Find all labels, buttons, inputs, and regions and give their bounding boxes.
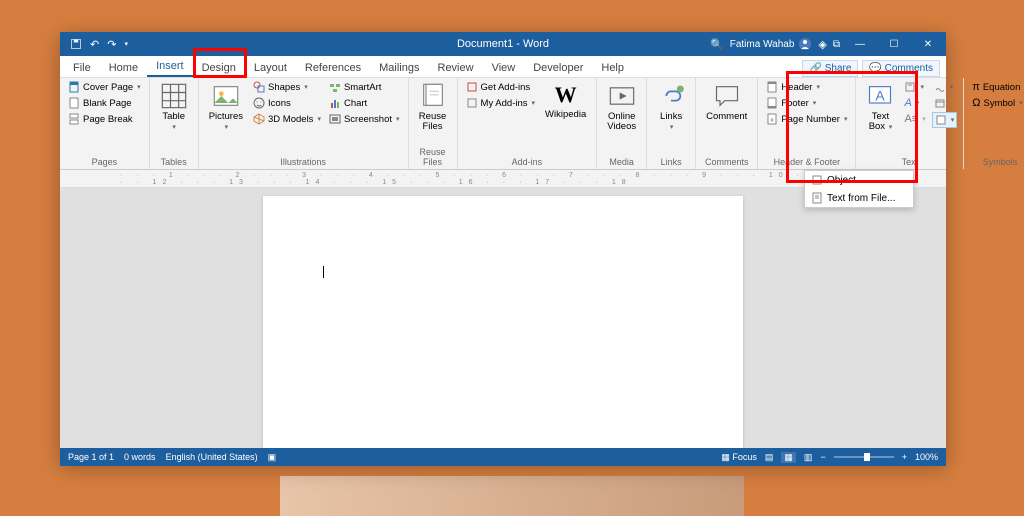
group-tables: Table▾ Tables bbox=[150, 78, 199, 169]
wordart-button[interactable]: A▾ bbox=[902, 96, 927, 110]
zoom-out-button[interactable]: − bbox=[820, 452, 825, 462]
text-box-button[interactable]: A Text Box ▾ bbox=[862, 80, 898, 135]
object-icon bbox=[811, 174, 823, 186]
ribbon-tabs: File Home Insert Design Layout Reference… bbox=[60, 56, 946, 78]
app-window-icon[interactable]: ⧉ bbox=[833, 39, 840, 50]
collapse-ribbon-icon[interactable]: ⌃ bbox=[932, 451, 940, 462]
comment-button[interactable]: Comment bbox=[702, 80, 751, 124]
cover-page-button[interactable]: Cover Page▾ bbox=[66, 80, 143, 94]
group-media: Online Videos Media bbox=[597, 78, 647, 169]
tab-home[interactable]: Home bbox=[100, 59, 147, 77]
tab-mailings[interactable]: Mailings bbox=[370, 59, 428, 77]
group-pages: Cover Page▾ Blank Page Page Break Pages bbox=[60, 78, 150, 169]
pictures-button[interactable]: Pictures▾ bbox=[205, 80, 247, 135]
svg-text:A: A bbox=[876, 88, 886, 104]
page-indicator[interactable]: Page 1 of 1 bbox=[68, 452, 114, 462]
links-button[interactable]: Links▾ bbox=[653, 80, 689, 135]
tab-insert[interactable]: Insert bbox=[147, 57, 193, 77]
group-addins: Get Add-ins My Add-ins▾ W Wikipedia Add-… bbox=[458, 78, 598, 169]
tab-references[interactable]: References bbox=[296, 59, 370, 77]
undo-icon[interactable]: ↶ bbox=[90, 38, 99, 51]
zoom-in-button[interactable]: + bbox=[902, 452, 907, 462]
equation-button[interactable]: πEquation▾ bbox=[970, 80, 1024, 94]
tab-design[interactable]: Design bbox=[193, 59, 245, 77]
get-addins-button[interactable]: Get Add-ins bbox=[464, 80, 538, 94]
zoom-slider[interactable] bbox=[834, 456, 894, 458]
word-count[interactable]: 0 words bbox=[124, 452, 156, 462]
menu-item-text-from-file[interactable]: Text from File... bbox=[805, 189, 913, 207]
document-title: Document1 - Word bbox=[457, 38, 549, 50]
tab-layout[interactable]: Layout bbox=[245, 59, 296, 77]
tab-file[interactable]: File bbox=[64, 59, 100, 77]
table-button[interactable]: Table▾ bbox=[156, 80, 192, 135]
wikipedia-button[interactable]: W Wikipedia bbox=[541, 80, 590, 122]
redo-icon[interactable]: ↷ bbox=[107, 38, 116, 51]
language[interactable]: English (United States) bbox=[166, 452, 258, 462]
user-account[interactable]: Fatima Wahab bbox=[730, 37, 813, 51]
close-button[interactable]: ✕ bbox=[914, 33, 942, 55]
print-layout-icon[interactable]: ▦ bbox=[781, 452, 796, 463]
chart-button[interactable]: Chart bbox=[327, 96, 402, 110]
minimize-button[interactable]: — bbox=[846, 33, 874, 55]
quick-parts-button[interactable]: ▾ bbox=[902, 80, 927, 94]
maximize-button[interactable]: ☐ bbox=[880, 33, 908, 55]
symbol-button[interactable]: ΩSymbol▾ bbox=[970, 96, 1024, 110]
page-break-button[interactable]: Page Break bbox=[66, 112, 143, 126]
document-area[interactable] bbox=[60, 188, 946, 448]
focus-mode-button[interactable]: ▦ Focus bbox=[721, 452, 757, 463]
word-window: ↶ ↷ ▾ Document1 - Word 🔍 Fatima Wahab ◈ … bbox=[60, 32, 946, 464]
search-icon[interactable]: 🔍 bbox=[710, 38, 724, 51]
online-videos-button[interactable]: Online Videos bbox=[603, 80, 640, 135]
group-reuse: Reuse Files Reuse Files bbox=[409, 78, 458, 169]
text-cursor bbox=[323, 266, 324, 278]
avatar-icon bbox=[798, 37, 812, 51]
save-icon[interactable] bbox=[70, 38, 82, 50]
blank-page-button[interactable]: Blank Page bbox=[66, 96, 143, 110]
drop-cap-button[interactable]: A≡▾ bbox=[902, 112, 927, 126]
group-headerfooter: Header▾ Footer▾ #Page Number▾ Header & F… bbox=[758, 78, 856, 169]
macro-icon[interactable]: ▣ bbox=[268, 452, 277, 463]
group-links: Links▾ Links bbox=[647, 78, 696, 169]
group-comments: Comment Comments bbox=[696, 78, 758, 169]
icons-button[interactable]: Icons bbox=[251, 96, 323, 110]
group-illustrations: Pictures▾ Shapes▾ Icons 3D Models▾ Smart… bbox=[199, 78, 409, 169]
statusbar: Page 1 of 1 0 words English (United Stat… bbox=[60, 448, 946, 466]
smartart-button[interactable]: SmartArt bbox=[327, 80, 402, 94]
my-addins-button[interactable]: My Add-ins▾ bbox=[464, 96, 538, 110]
tab-review[interactable]: Review bbox=[429, 59, 483, 77]
screenshot-button[interactable]: Screenshot▾ bbox=[327, 112, 402, 126]
shapes-button[interactable]: Shapes▾ bbox=[251, 80, 323, 94]
object-button[interactable]: ▾ bbox=[932, 112, 958, 128]
page-number-button[interactable]: #Page Number▾ bbox=[764, 112, 849, 126]
footer-button[interactable]: Footer▾ bbox=[764, 96, 849, 110]
ribbon: Cover Page▾ Blank Page Page Break Pages … bbox=[60, 78, 946, 170]
comments-button[interactable]: 💬 Comments bbox=[862, 60, 940, 77]
titlebar: ↶ ↷ ▾ Document1 - Word 🔍 Fatima Wahab ◈ … bbox=[60, 32, 946, 56]
date-time-button[interactable] bbox=[932, 96, 958, 110]
qat-dropdown-icon[interactable]: ▾ bbox=[124, 40, 128, 48]
group-symbols: πEquation▾ ΩSymbol▾ Symbols bbox=[964, 78, 1024, 169]
tab-help[interactable]: Help bbox=[592, 59, 633, 77]
header-button[interactable]: Header▾ bbox=[764, 80, 849, 94]
menu-item-object[interactable]: Object... bbox=[805, 171, 913, 189]
page[interactable] bbox=[263, 196, 743, 448]
tab-developer[interactable]: Developer bbox=[524, 59, 592, 77]
share-button[interactable]: 🔗 Share bbox=[802, 60, 858, 77]
group-text: A Text Box ▾ ▾ A▾ A≡▾ ▾ ▾ Text bbox=[856, 78, 964, 169]
read-mode-icon[interactable]: ▤ bbox=[765, 452, 774, 463]
object-dropdown-menu: Object... Text from File... bbox=[804, 170, 914, 208]
reuse-files-button[interactable]: Reuse Files bbox=[415, 80, 451, 135]
3d-models-button[interactable]: 3D Models▾ bbox=[251, 112, 323, 126]
text-file-icon bbox=[811, 192, 823, 204]
signature-line-button[interactable]: ▾ bbox=[932, 80, 958, 94]
diamond-icon[interactable]: ◈ bbox=[818, 38, 826, 51]
web-layout-icon[interactable]: ▥ bbox=[804, 452, 813, 463]
tab-view[interactable]: View bbox=[483, 59, 525, 77]
